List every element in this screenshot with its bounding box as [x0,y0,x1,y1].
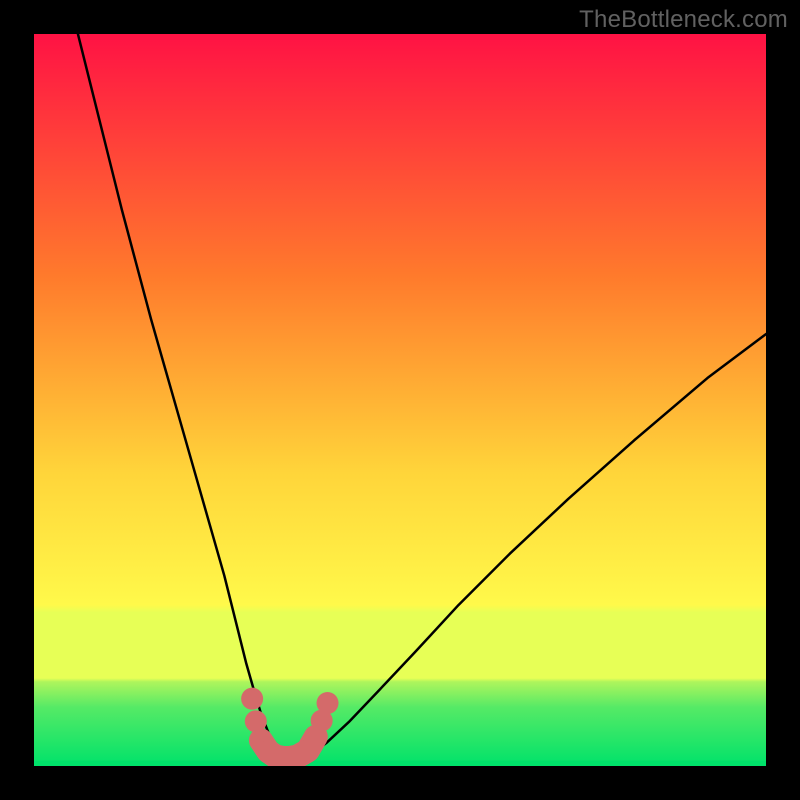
baseline-band [34,761,766,766]
chart-frame: TheBottleneck.com [0,0,800,800]
plot-area [34,34,766,766]
chart-svg [34,34,766,766]
marker-point [245,710,267,732]
marker-point [241,688,263,710]
watermark-text: TheBottleneck.com [579,6,788,34]
gradient-background [34,34,766,766]
marker-point [317,692,339,714]
